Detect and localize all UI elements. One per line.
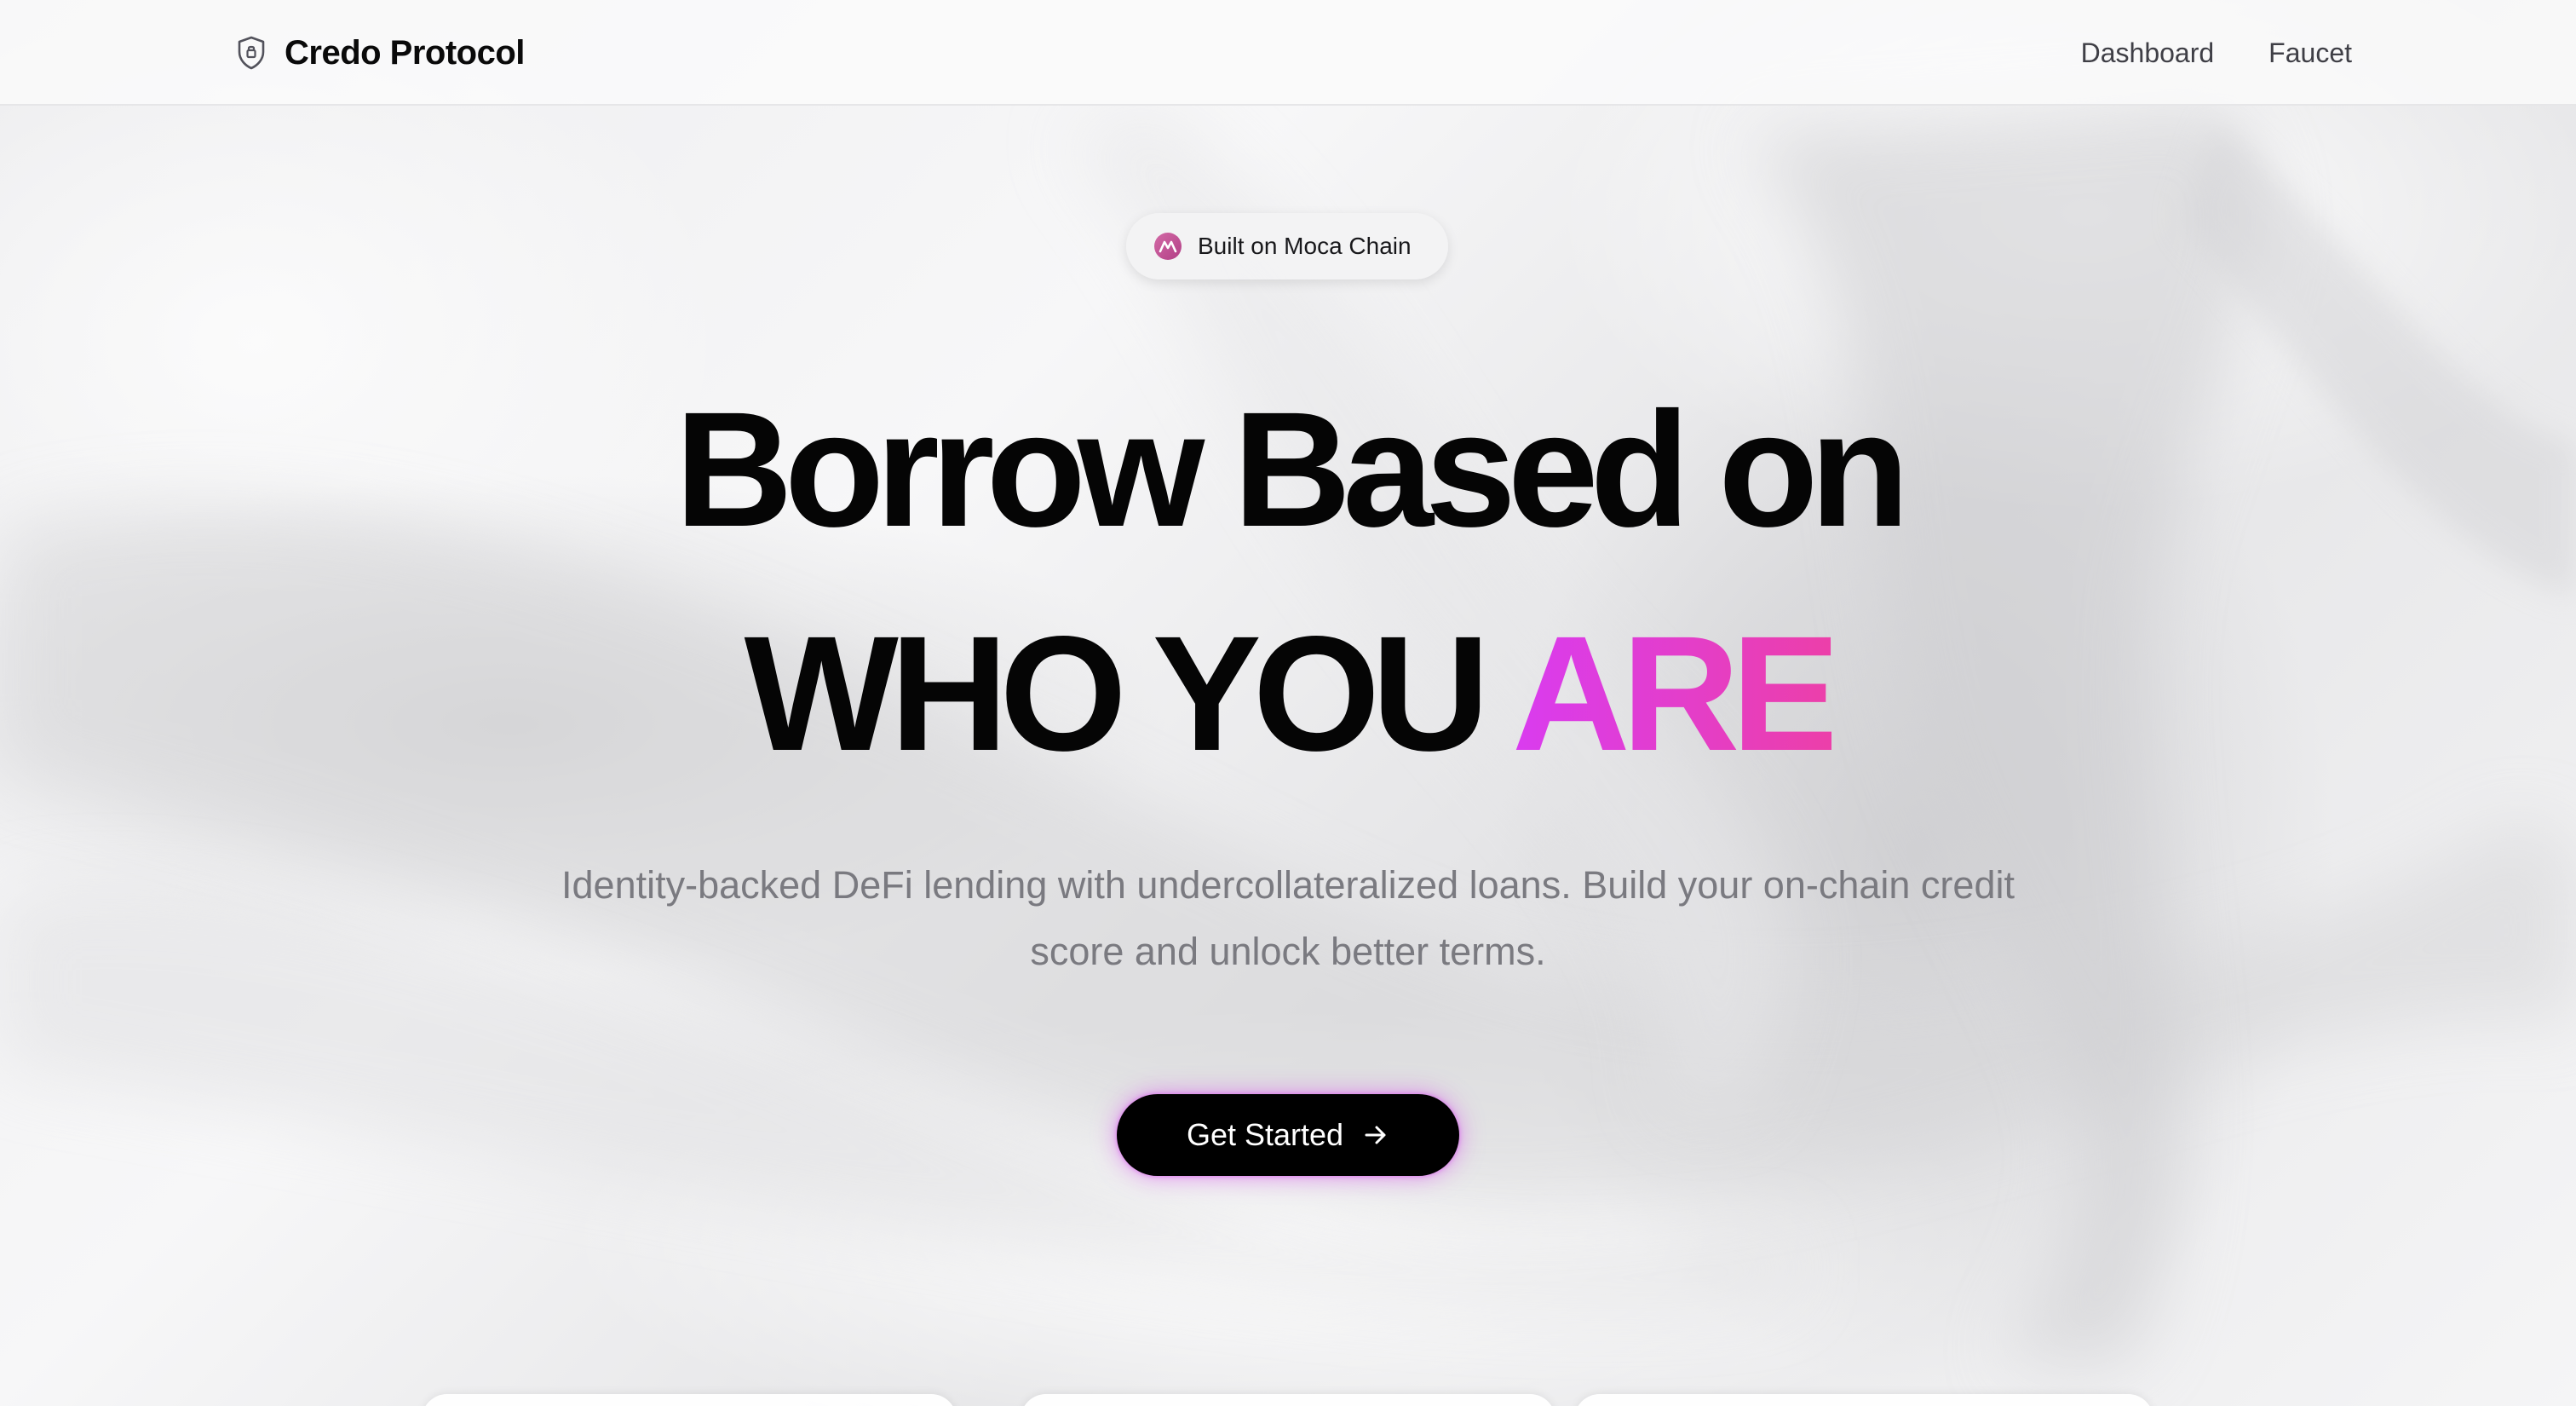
hero-subtext-line-1: Identity-backed DeFi lending with underc… xyxy=(561,863,2015,907)
hero-subtext: Identity-backed DeFi lending with underc… xyxy=(477,852,2099,985)
feature-card xyxy=(422,1394,957,1406)
moca-logo-icon xyxy=(1154,233,1182,260)
brand[interactable]: Credo Protocol xyxy=(237,29,525,77)
headline-accent: ARE xyxy=(1512,602,1840,785)
nav-dashboard-link[interactable]: Dashboard xyxy=(2081,37,2215,69)
feature-card xyxy=(1574,1394,2153,1406)
main-nav: Dashboard Faucet xyxy=(2081,29,2352,77)
headline-line-2: WHO YOU ARE xyxy=(0,612,2576,775)
get-started-label: Get Started xyxy=(1186,1117,1344,1152)
shield-icon xyxy=(238,36,265,70)
landing-page: Credo Protocol Dashboard Faucet Built on… xyxy=(0,0,2576,1406)
hero-subtext-line-2: score and unlock better terms. xyxy=(1030,930,1546,973)
badge-label: Built on Moca Chain xyxy=(1198,233,1412,259)
arrow-right-icon xyxy=(1365,1126,1386,1144)
top-header: Credo Protocol Dashboard Faucet xyxy=(0,0,2576,106)
headline-line-1: Borrow Based on xyxy=(675,377,1910,561)
get-started-button[interactable]: Get Started xyxy=(1117,1094,1459,1176)
feature-card xyxy=(1021,1394,1555,1406)
built-on-badge: Built on Moca Chain xyxy=(1126,213,1448,279)
headline-line-2-main: WHO YOU xyxy=(744,602,1512,785)
nav-faucet-link[interactable]: Faucet xyxy=(2268,37,2352,69)
brand-name: Credo Protocol xyxy=(285,33,525,72)
